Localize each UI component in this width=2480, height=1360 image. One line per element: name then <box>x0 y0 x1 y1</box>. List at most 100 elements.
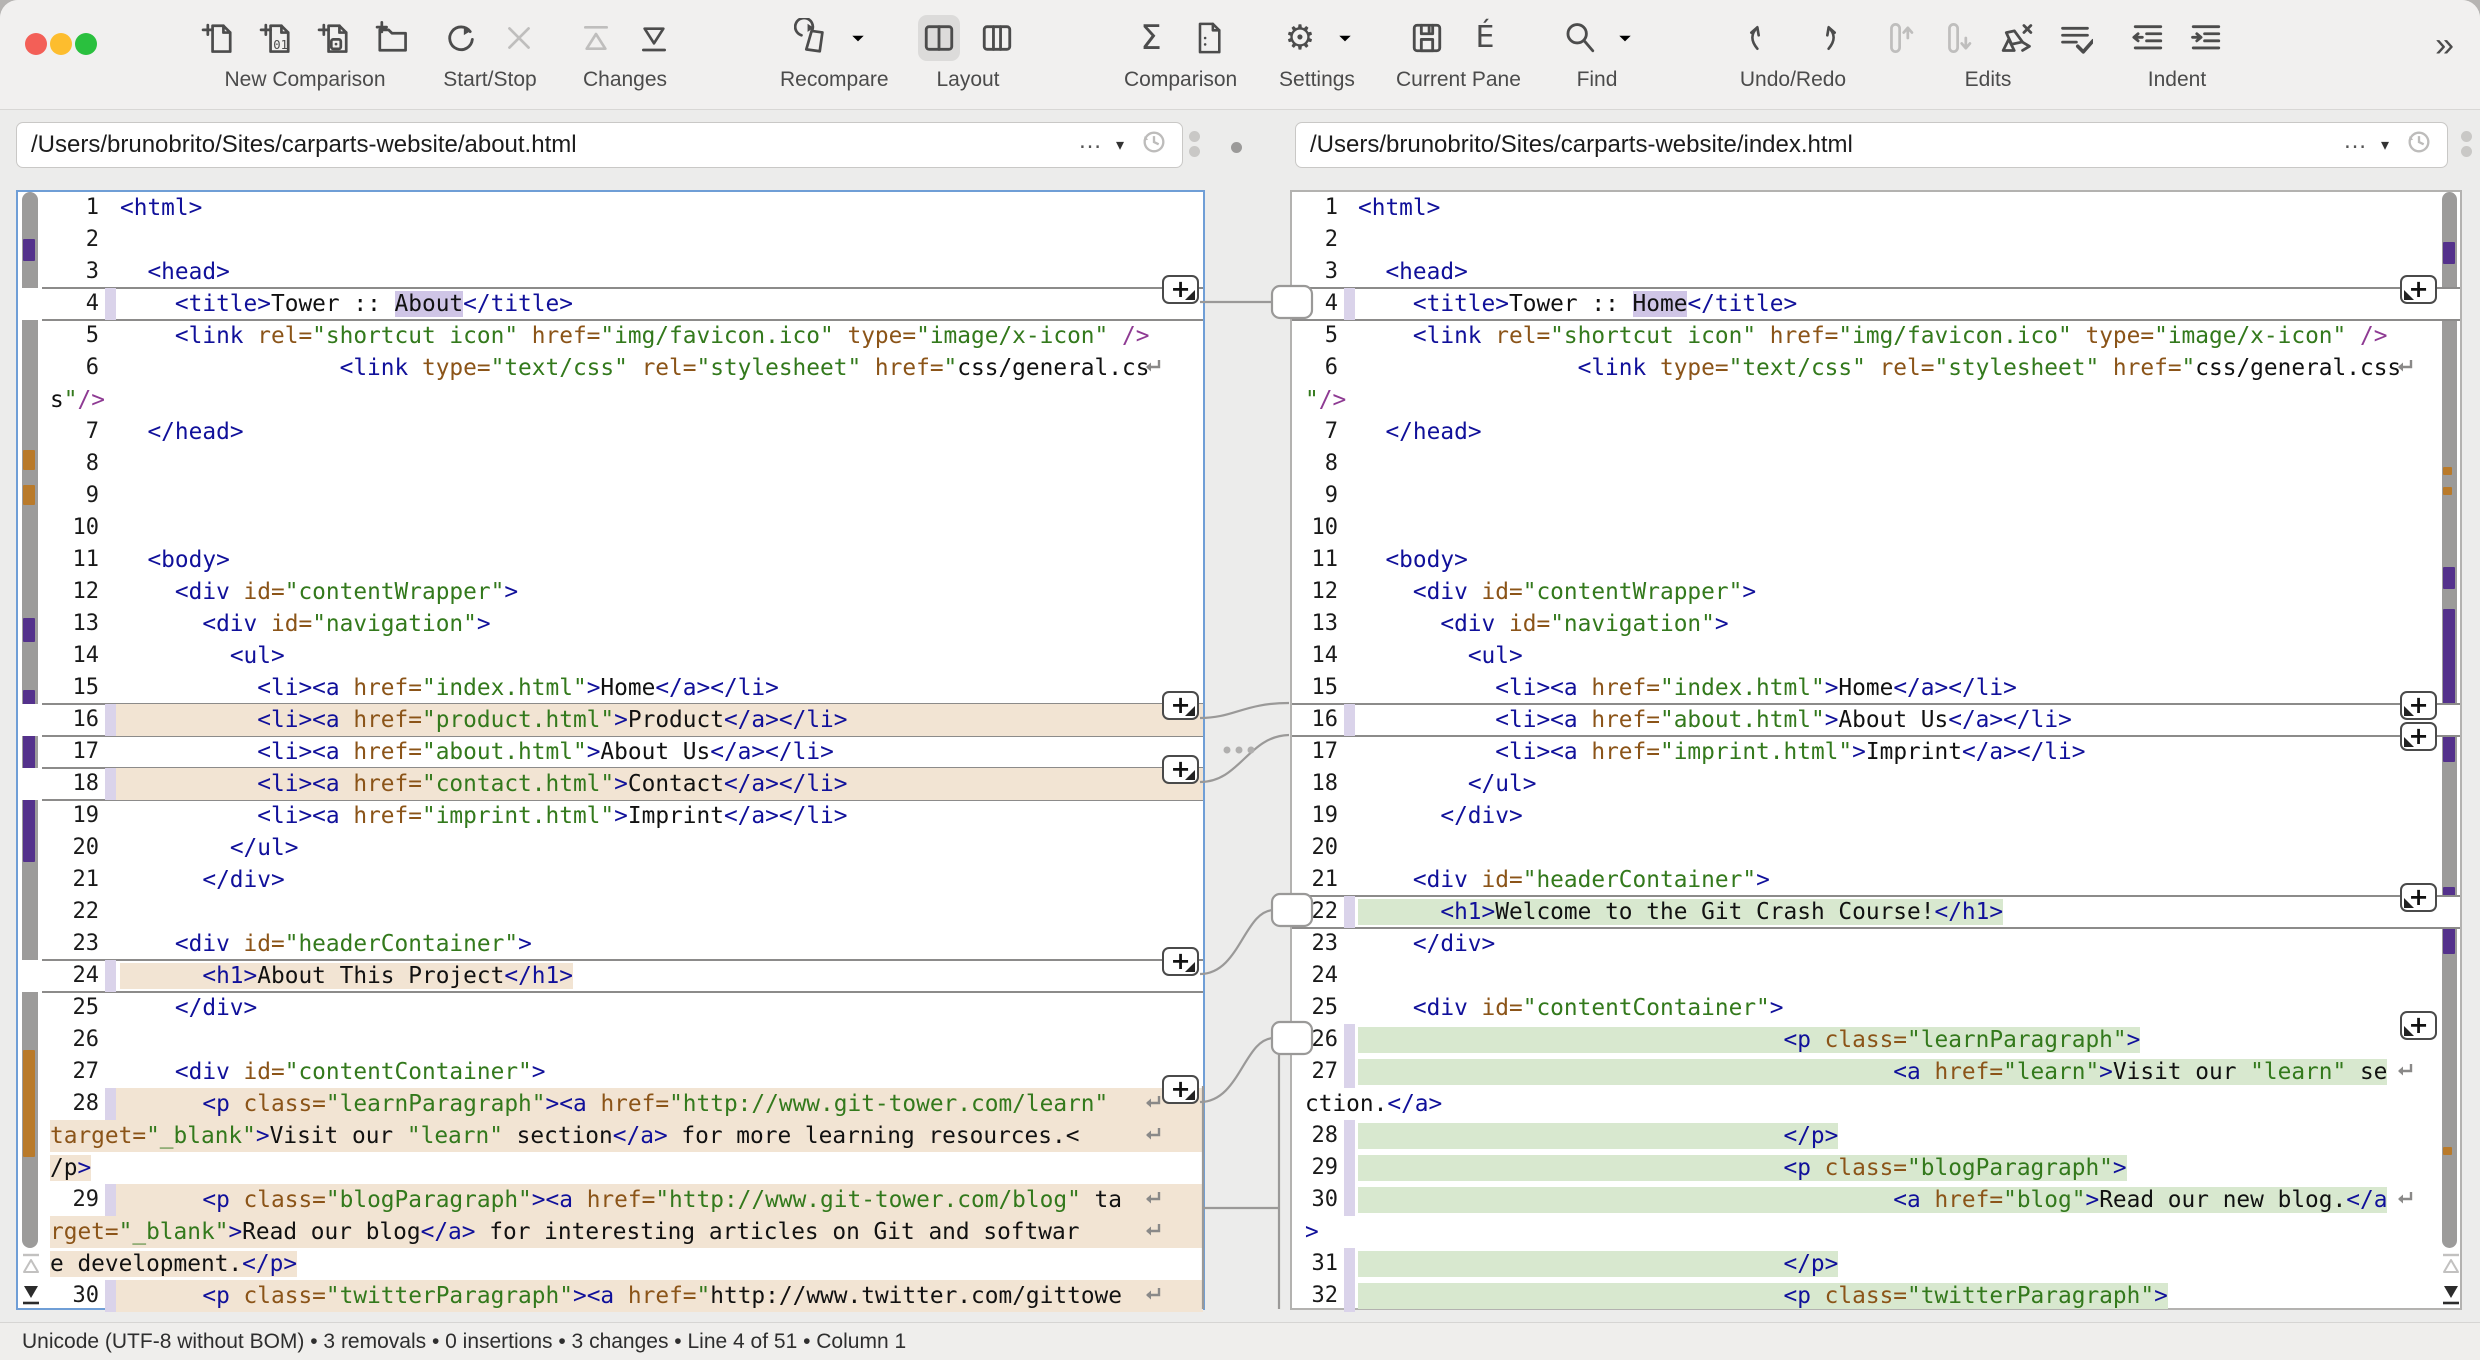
code-row[interactable]: 7 </head> <box>1292 416 2460 448</box>
path-ellipsis-button[interactable]: … <box>1078 127 1102 155</box>
code-row[interactable]: target="_blank">Visit our "learn" sectio… <box>18 1120 1203 1152</box>
code-row[interactable]: 7 </head> <box>18 416 1203 448</box>
next-change-icon[interactable] <box>633 15 675 61</box>
recompare-icon[interactable] <box>792 15 834 61</box>
code-row[interactable]: 29 <p class="blogParagraph"> <box>1292 1152 2460 1184</box>
splitter-handle[interactable] <box>1188 127 1200 167</box>
indent-icon[interactable] <box>2185 15 2227 61</box>
code-row[interactable]: 20 <box>1292 832 2460 864</box>
save-icon[interactable] <box>1406 15 1448 61</box>
new-three-way-comparison-icon[interactable] <box>313 15 355 61</box>
change-map-mark-orange[interactable] <box>2443 487 2452 495</box>
encoding-icon[interactable]: É <box>1464 15 1506 61</box>
copy-change-button[interactable]: + <box>2400 691 2437 720</box>
code-row[interactable]: 3 <head> <box>1292 256 2460 288</box>
code-row[interactable]: 31 </p> <box>1292 1248 2460 1280</box>
code-row[interactable]: 13 <div id="navigation"> <box>18 608 1203 640</box>
accept-edits-icon[interactable] <box>2054 15 2096 61</box>
change-map-mark-purple[interactable] <box>2443 242 2455 264</box>
code-row[interactable]: 15 <li><a href="index.html">Home</a></li… <box>1292 672 2460 704</box>
copy-change-button[interactable]: + <box>1162 947 1199 976</box>
code-row[interactable]: 23 </div> <box>1292 928 2460 960</box>
code-row[interactable]: 32 <p class="twitterParagraph"> <box>1292 1280 2460 1312</box>
dropdown-chevron-icon[interactable] <box>850 15 868 61</box>
code-row[interactable]: 27 <div id="contentContainer"> <box>18 1056 1203 1088</box>
code-row[interactable]: 30 <a href="blog">Read our new blog.</a <box>1292 1184 2460 1216</box>
code-row[interactable]: 15 <li><a href="index.html">Home</a></li… <box>18 672 1203 704</box>
history-icon[interactable] <box>1140 128 1168 163</box>
code-row[interactable]: 30 <p class="twitterParagraph"><a href="… <box>18 1280 1203 1312</box>
code-row[interactable]: 6 <link type="text/css" rel="stylesheet"… <box>1292 352 2460 384</box>
outdent-icon[interactable] <box>2127 15 2169 61</box>
toolbar-overflow-icon[interactable]: » <box>2435 26 2454 65</box>
code-row[interactable]: 22 <box>18 896 1203 928</box>
code-row[interactable]: 24 <h1>About This Project</h1>+ <box>18 960 1203 992</box>
push-up-icon[interactable] <box>1880 15 1922 61</box>
code-row[interactable]: 14 <ul> <box>18 640 1203 672</box>
start-icon[interactable] <box>440 15 482 61</box>
code-row[interactable]: 4 <title>Tower :: About</title>+ <box>18 288 1203 320</box>
new-file-comparison-icon[interactable] <box>197 15 239 61</box>
code-row[interactable]: 12 <div id="contentWrapper"> <box>1292 576 2460 608</box>
code-row[interactable]: /p> <box>18 1152 1203 1184</box>
stop-icon[interactable] <box>498 15 540 61</box>
previous-change-button[interactable] <box>20 1252 42 1276</box>
new-binary-comparison-icon[interactable]: 01 <box>255 15 297 61</box>
code-row[interactable]: 13 <div id="navigation"> <box>1292 608 2460 640</box>
code-row[interactable]: 2 <box>1292 224 2460 256</box>
push-down-icon[interactable] <box>1938 15 1980 61</box>
code-row[interactable]: 19 <li><a href="imprint.html">Imprint</a… <box>18 800 1203 832</box>
code-row[interactable]: > <box>1292 1216 2460 1248</box>
gear-icon[interactable]: ⚙ <box>1279 15 1321 61</box>
path-dropdown-icon[interactable]: ▾ <box>2381 135 2389 155</box>
report-icon[interactable] <box>1188 15 1230 61</box>
code-row[interactable]: 18 </ul> <box>1292 768 2460 800</box>
code-row[interactable]: 23 <div id="headerContainer"> <box>18 928 1203 960</box>
copy-change-button[interactable]: + <box>1162 755 1199 784</box>
close-button[interactable] <box>25 33 47 55</box>
copy-change-button[interactable]: + <box>1162 275 1199 304</box>
left-code-pane[interactable]: 1<html>23 <head>4 <title>Tower :: About<… <box>16 190 1205 1310</box>
change-map-mark-orange[interactable] <box>23 450 35 470</box>
code-row[interactable]: 8 <box>1292 448 2460 480</box>
discard-edits-icon[interactable] <box>1996 15 2038 61</box>
code-row[interactable]: 25 <div id="contentContainer"> <box>1292 992 2460 1024</box>
code-row[interactable]: 4 <title>Tower :: Home</title>+ <box>1292 288 2460 320</box>
undo-icon[interactable] <box>1743 15 1785 61</box>
copy-change-button[interactable]: + <box>2400 722 2437 751</box>
code-rows[interactable]: 1<html>23 <head>4 <title>Tower :: About<… <box>18 192 1203 1312</box>
code-row[interactable]: rget="_blank">Read our blog</a> for inte… <box>18 1216 1203 1248</box>
change-map-mark-orange[interactable] <box>23 485 35 505</box>
left-file-path-bar[interactable]: /Users/brunobrito/Sites/carparts-website… <box>16 122 1183 168</box>
change-map-mark-orange[interactable] <box>2443 1147 2452 1155</box>
code-row[interactable]: 6 <link type="text/css" rel="stylesheet"… <box>18 352 1203 384</box>
code-row[interactable]: 10 <box>1292 512 2460 544</box>
two-pane-layout-icon[interactable] <box>918 15 960 61</box>
code-row[interactable]: 29 <p class="blogParagraph"><a href="htt… <box>18 1184 1203 1216</box>
code-row[interactable]: 16 <li><a href="product.html">Product</a… <box>18 704 1203 736</box>
code-row[interactable]: 5 <link rel="shortcut icon" href="img/fa… <box>18 320 1203 352</box>
code-row[interactable]: 9 <box>1292 480 2460 512</box>
copy-change-button[interactable]: + <box>1162 1075 1199 1104</box>
code-row[interactable]: 5 <link rel="shortcut icon" href="img/fa… <box>1292 320 2460 352</box>
code-row[interactable]: 25 </div> <box>18 992 1203 1024</box>
right-file-path-bar[interactable]: /Users/brunobrito/Sites/carparts-website… <box>1295 122 2448 168</box>
summary-sigma-icon[interactable]: Σ <box>1130 15 1172 61</box>
change-map-mark-purple[interactable] <box>23 239 35 261</box>
change-map-mark-purple[interactable] <box>23 618 35 642</box>
code-row[interactable]: 19 </div> <box>1292 800 2460 832</box>
code-row[interactable]: 12 <div id="contentWrapper"> <box>18 576 1203 608</box>
path-dropdown-icon[interactable]: ▾ <box>1116 135 1124 155</box>
code-row[interactable]: ction.</a> <box>1292 1088 2460 1120</box>
code-row[interactable]: 20 </ul> <box>18 832 1203 864</box>
history-icon[interactable] <box>2405 128 2433 163</box>
code-row[interactable]: 11 <body> <box>18 544 1203 576</box>
code-row[interactable]: s"/> <box>18 384 1203 416</box>
code-row[interactable]: 27 <a href="learn">Visit our "learn" se <box>1292 1056 2460 1088</box>
code-row[interactable]: 1<html> <box>1292 192 2460 224</box>
code-rows[interactable]: 1<html>23 <head>4 <title>Tower :: Home</… <box>1292 192 2460 1312</box>
copy-change-button[interactable]: + <box>2400 275 2437 304</box>
change-map-mark-purple[interactable] <box>2443 567 2455 589</box>
code-row[interactable]: 8 <box>18 448 1203 480</box>
code-row[interactable]: 28 </p> <box>1292 1120 2460 1152</box>
